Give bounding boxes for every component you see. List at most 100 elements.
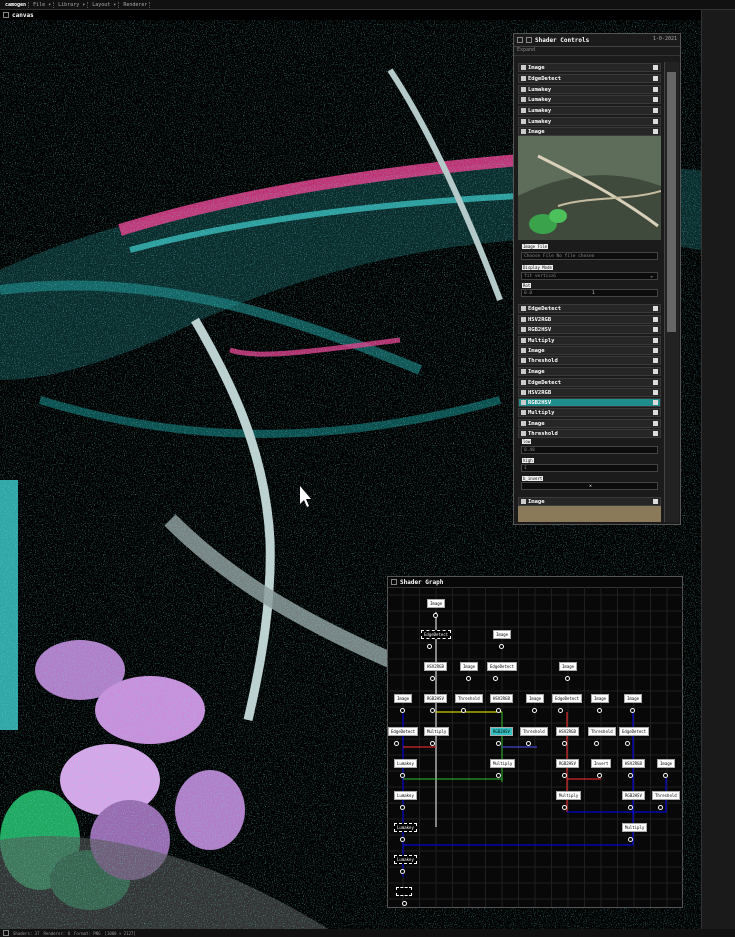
node-output-port[interactable]	[597, 773, 602, 778]
close-icon[interactable]	[653, 431, 658, 436]
graph-node[interactable]: Image	[460, 662, 479, 671]
close-icon[interactable]	[653, 119, 658, 124]
toggle-icon[interactable]	[521, 129, 526, 134]
node-output-port[interactable]	[400, 773, 405, 778]
graph-node[interactable]: EdgeDetect	[421, 630, 452, 639]
shader-row[interactable]: EdgeDetect	[518, 74, 661, 83]
toggle-icon[interactable]	[521, 317, 526, 322]
close-icon[interactable]	[653, 400, 658, 405]
graph-node[interactable]: HSV2RGB	[622, 759, 645, 768]
shader-row[interactable]: Image	[518, 367, 661, 376]
shader-row[interactable]: HSV2RGB	[518, 315, 661, 324]
toggle-icon[interactable]	[521, 327, 526, 332]
node-output-port[interactable]	[562, 773, 567, 778]
shader-row[interactable]: Image	[518, 497, 661, 506]
toggle-icon[interactable]	[521, 76, 526, 81]
graph-node[interactable]	[396, 887, 412, 896]
shader-row[interactable]: Lumakey	[518, 117, 661, 126]
toggle-icon[interactable]	[521, 431, 526, 436]
node-output-port[interactable]	[526, 741, 531, 746]
graph-node[interactable]: HSV2RGB	[424, 662, 447, 671]
close-icon[interactable]	[653, 306, 658, 311]
close-icon[interactable]	[653, 108, 658, 113]
scrollbar-thumb[interactable]	[667, 72, 676, 332]
node-output-port[interactable]	[625, 741, 630, 746]
node-output-port[interactable]	[430, 708, 435, 713]
node-output-port[interactable]	[663, 773, 668, 778]
shader-row[interactable]: Multiply	[518, 336, 661, 345]
shader-row[interactable]: Multiply	[518, 408, 661, 417]
low-slider[interactable]: 0.48	[521, 446, 658, 454]
node-output-port[interactable]	[565, 676, 570, 681]
close-icon[interactable]	[653, 499, 658, 504]
graph-node[interactable]: Image	[493, 630, 512, 639]
menu-file[interactable]: File ▾	[31, 1, 55, 8]
toggle-icon[interactable]	[521, 87, 526, 92]
shader-row[interactable]: Threshold	[518, 356, 661, 365]
toggle-icon[interactable]	[521, 306, 526, 311]
toggle-icon[interactable]	[521, 108, 526, 113]
shader-row[interactable]: Threshold	[518, 429, 661, 438]
node-output-port[interactable]	[630, 708, 635, 713]
close-icon[interactable]	[653, 369, 658, 374]
display-mode-select[interactable]: fit vertical ⌄	[521, 272, 658, 280]
graph-node[interactable]: Image	[427, 599, 446, 608]
shader-row[interactable]: Lumakey	[518, 106, 661, 115]
node-output-port[interactable]	[402, 901, 407, 906]
node-output-port[interactable]	[558, 708, 563, 713]
close-icon[interactable]	[653, 358, 658, 363]
drag-handle-icon[interactable]	[526, 37, 532, 43]
node-output-port[interactable]	[430, 741, 435, 746]
graph-node[interactable]: Lumakey	[394, 855, 417, 864]
grid-icon[interactable]	[3, 930, 9, 936]
graph-node[interactable]: Image	[624, 694, 643, 703]
graph-node[interactable]: RGB2HSV	[622, 791, 645, 800]
toggle-icon[interactable]	[521, 119, 526, 124]
invert-checkbox[interactable]: ✕	[521, 482, 658, 490]
rot-slider[interactable]: 0.0 1	[521, 289, 658, 297]
close-icon[interactable]	[653, 317, 658, 322]
node-output-port[interactable]	[628, 837, 633, 842]
toggle-icon[interactable]	[521, 338, 526, 343]
node-output-port[interactable]	[499, 644, 504, 649]
node-output-port[interactable]	[496, 708, 501, 713]
graph-node[interactable]: RGB2HSV	[490, 727, 513, 736]
shader-row[interactable]: HSV2RGB	[518, 388, 661, 397]
graph-node[interactable]: Lumakey	[394, 823, 417, 832]
close-icon[interactable]	[653, 410, 658, 415]
toggle-icon[interactable]	[521, 348, 526, 353]
choose-file-button[interactable]: Choose File No file chosen	[521, 252, 658, 260]
shader-row[interactable]: Lumakey	[518, 85, 661, 94]
toggle-icon[interactable]	[521, 421, 526, 426]
node-output-port[interactable]	[562, 805, 567, 810]
shader-row[interactable]: EdgeDetect	[518, 378, 661, 387]
close-icon[interactable]	[653, 390, 658, 395]
node-output-port[interactable]	[400, 869, 405, 874]
node-output-port[interactable]	[400, 837, 405, 842]
close-icon[interactable]	[653, 338, 658, 343]
graph-node[interactable]: Lumakey	[394, 759, 417, 768]
node-output-port[interactable]	[466, 676, 471, 681]
graph-node[interactable]: Image	[394, 694, 413, 703]
close-icon[interactable]	[653, 421, 658, 426]
graph-node[interactable]: Threshold	[652, 791, 680, 800]
toggle-icon[interactable]	[521, 65, 526, 70]
close-icon[interactable]	[653, 327, 658, 332]
shader-row[interactable]: Image	[518, 419, 661, 428]
graph-node[interactable]: Lumakey	[394, 791, 417, 800]
node-output-port[interactable]	[628, 773, 633, 778]
menu-layout[interactable]: Layout ▾	[90, 1, 120, 8]
toggle-icon[interactable]	[521, 97, 526, 102]
toggle-icon[interactable]	[521, 400, 526, 405]
close-icon[interactable]	[653, 97, 658, 102]
graph-node[interactable]: EdgeDetect	[619, 727, 650, 736]
node-output-port[interactable]	[400, 805, 405, 810]
graph-node[interactable]: Threshold	[520, 727, 548, 736]
graph-node[interactable]: Multiply	[622, 823, 648, 832]
node-output-port[interactable]	[400, 708, 405, 713]
shader-row[interactable]: Image	[518, 346, 661, 355]
graph-node[interactable]: EdgeDetect	[487, 662, 518, 671]
graph-node[interactable]: Image	[591, 694, 610, 703]
shader-row[interactable]: EdgeDetect	[518, 304, 661, 313]
controls-scrollbar[interactable]	[664, 62, 679, 522]
